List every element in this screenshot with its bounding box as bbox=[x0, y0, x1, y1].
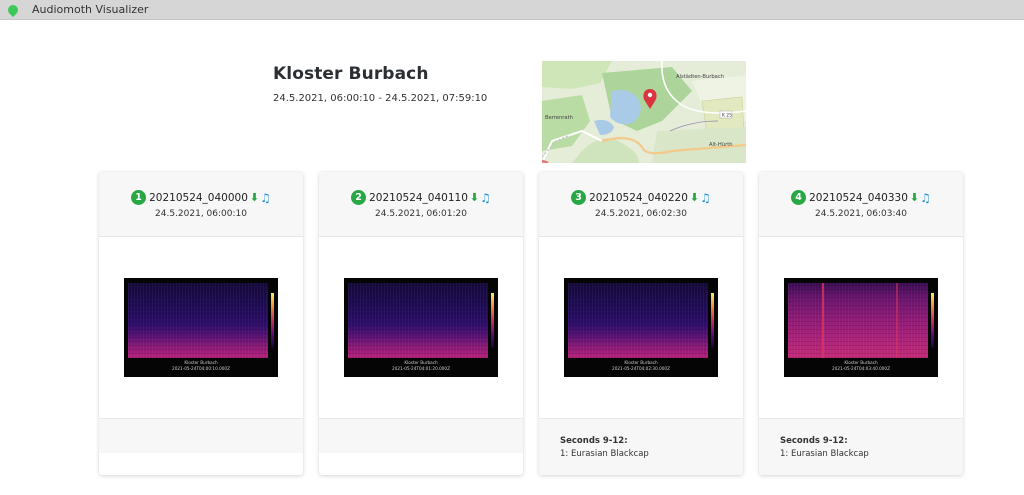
recording-card: 2 20210524_040110 ⬇ ♫ 24.5.2021, 06:01:2… bbox=[319, 172, 523, 475]
recording-title-row: 4 20210524_040330 ⬇ ♫ bbox=[759, 190, 963, 205]
detection-item: 1: Eurasian Blackcap bbox=[780, 449, 869, 459]
recording-filename: 20210524_040110 bbox=[369, 191, 468, 204]
recording-card: 3 20210524_040220 ⬇ ♫ 24.5.2021, 06:02:3… bbox=[539, 172, 743, 475]
spectrogram-colorbar bbox=[931, 293, 934, 348]
window-title: Audiomoth Visualizer bbox=[32, 3, 149, 16]
map-label-alt-huerth: Alt-Hürth bbox=[709, 142, 733, 148]
map-tiles: Alstädten-Burbach Berrenrath Alt-Hürth K… bbox=[542, 61, 746, 163]
detection-item: 1: Eurasian Blackcap bbox=[560, 449, 649, 459]
spectrogram-colorbar bbox=[491, 293, 494, 348]
download-icon[interactable]: ⬇ bbox=[690, 191, 699, 204]
map-label-alstaedten: Alstädten-Burbach bbox=[676, 74, 724, 80]
spectrogram-caption-time: 2021-05-24T04:01:20.000Z bbox=[392, 365, 450, 371]
recording-card-header: 4 20210524_040330 ⬇ ♫ 24.5.2021, 06:03:4… bbox=[759, 172, 963, 237]
recording-timestamp: 24.5.2021, 06:01:20 bbox=[375, 209, 467, 219]
window-titlebar: Audiomoth Visualizer bbox=[0, 0, 1024, 20]
recording-card-footer bbox=[319, 418, 523, 453]
recording-number-badge: 3 bbox=[571, 190, 587, 205]
music-note-icon[interactable]: ♫ bbox=[260, 191, 271, 205]
recording-card-header: 2 20210524_040110 ⬇ ♫ 24.5.2021, 06:01:2… bbox=[319, 172, 523, 237]
map-label-road: K 25 bbox=[722, 113, 732, 119]
recording-card-body: Kloster Burbach 2021-05-24T04:00:10.000Z bbox=[99, 237, 303, 418]
detection-segment-title: Seconds 9-12: bbox=[780, 436, 848, 446]
recording-filename: 20210524_040000 bbox=[149, 191, 248, 204]
spectrogram-caption-time: 2021-05-24T04:00:10.000Z bbox=[172, 365, 230, 371]
recording-number-badge: 1 bbox=[131, 190, 147, 205]
spectrogram-image[interactable]: Kloster Burbach 2021-05-24T04:03:40.000Z bbox=[784, 278, 938, 377]
app-logo-icon bbox=[5, 2, 21, 17]
recording-card-body: Kloster Burbach 2021-05-24T04:01:20.000Z bbox=[319, 237, 523, 418]
recording-title-row: 1 20210524_040000 ⬇ ♫ bbox=[99, 190, 303, 205]
spectrogram-caption-time: 2021-05-24T04:03:40.000Z bbox=[832, 365, 890, 371]
music-note-icon[interactable]: ♫ bbox=[920, 191, 931, 205]
recording-card-footer: Seconds 9-12: 1: Eurasian Blackcap bbox=[539, 418, 743, 475]
location-date-range: 24.5.2021, 06:00:10 - 24.5.2021, 07:59:1… bbox=[273, 93, 488, 104]
download-icon[interactable]: ⬇ bbox=[250, 191, 259, 204]
recording-card-header: 3 20210524_040220 ⬇ ♫ 24.5.2021, 06:02:3… bbox=[539, 172, 743, 237]
recording-number-badge: 2 bbox=[351, 190, 367, 205]
recording-title-row: 3 20210524_040220 ⬇ ♫ bbox=[539, 190, 743, 205]
spectrogram-image[interactable]: Kloster Burbach 2021-05-24T04:00:10.000Z bbox=[124, 278, 278, 377]
download-icon[interactable]: ⬇ bbox=[910, 191, 919, 204]
location-map[interactable]: Alstädten-Burbach Berrenrath Alt-Hürth K… bbox=[542, 61, 746, 163]
spectrogram-plot bbox=[568, 283, 708, 358]
recording-number-badge: 4 bbox=[791, 190, 807, 205]
recording-filename: 20210524_040220 bbox=[589, 191, 688, 204]
recording-card-footer: Seconds 9-12: 1: Eurasian Blackcap bbox=[759, 418, 963, 475]
spectrogram-caption: Kloster Burbach 2021-05-24T04:02:30.000Z bbox=[564, 360, 718, 371]
map-label-berrenrath: Berrenrath bbox=[545, 115, 573, 121]
recording-card: 4 20210524_040330 ⬇ ♫ 24.5.2021, 06:03:4… bbox=[759, 172, 963, 475]
recording-card: 1 20210524_040000 ⬇ ♫ 24.5.2021, 06:00:1… bbox=[99, 172, 303, 475]
spectrogram-caption-time: 2021-05-24T04:02:30.000Z bbox=[612, 365, 670, 371]
download-icon[interactable]: ⬇ bbox=[470, 191, 479, 204]
location-header: Kloster Burbach 24.5.2021, 06:00:10 - 24… bbox=[273, 64, 523, 104]
recording-card-body: Kloster Burbach 2021-05-24T04:03:40.000Z bbox=[759, 237, 963, 418]
recording-filename: 20210524_040330 bbox=[809, 191, 908, 204]
spectrogram-image[interactable]: Kloster Burbach 2021-05-24T04:01:20.000Z bbox=[344, 278, 498, 377]
spectrogram-plot bbox=[128, 283, 268, 358]
recording-card-header: 1 20210524_040000 ⬇ ♫ 24.5.2021, 06:00:1… bbox=[99, 172, 303, 237]
recording-timestamp: 24.5.2021, 06:02:30 bbox=[595, 209, 687, 219]
recording-card-body: Kloster Burbach 2021-05-24T04:02:30.000Z bbox=[539, 237, 743, 418]
spectrogram-plot bbox=[788, 283, 928, 358]
recording-timestamp: 24.5.2021, 06:00:10 bbox=[155, 209, 247, 219]
recording-title-row: 2 20210524_040110 ⬇ ♫ bbox=[319, 190, 523, 205]
spectrogram-image[interactable]: Kloster Burbach 2021-05-24T04:02:30.000Z bbox=[564, 278, 718, 377]
spectrogram-caption: Kloster Burbach 2021-05-24T04:03:40.000Z bbox=[784, 360, 938, 371]
spectrogram-caption: Kloster Burbach 2021-05-24T04:01:20.000Z bbox=[344, 360, 498, 371]
detection-segment-title: Seconds 9-12: bbox=[560, 436, 628, 446]
music-note-icon[interactable]: ♫ bbox=[700, 191, 711, 205]
recording-card-footer bbox=[99, 418, 303, 453]
spectrogram-caption: Kloster Burbach 2021-05-24T04:00:10.000Z bbox=[124, 360, 278, 371]
spectrogram-colorbar bbox=[271, 293, 274, 348]
spectrogram-plot bbox=[348, 283, 488, 358]
music-note-icon[interactable]: ♫ bbox=[480, 191, 491, 205]
recording-timestamp: 24.5.2021, 06:03:40 bbox=[815, 209, 907, 219]
spectrogram-colorbar bbox=[711, 293, 714, 348]
location-title: Kloster Burbach bbox=[273, 64, 429, 84]
